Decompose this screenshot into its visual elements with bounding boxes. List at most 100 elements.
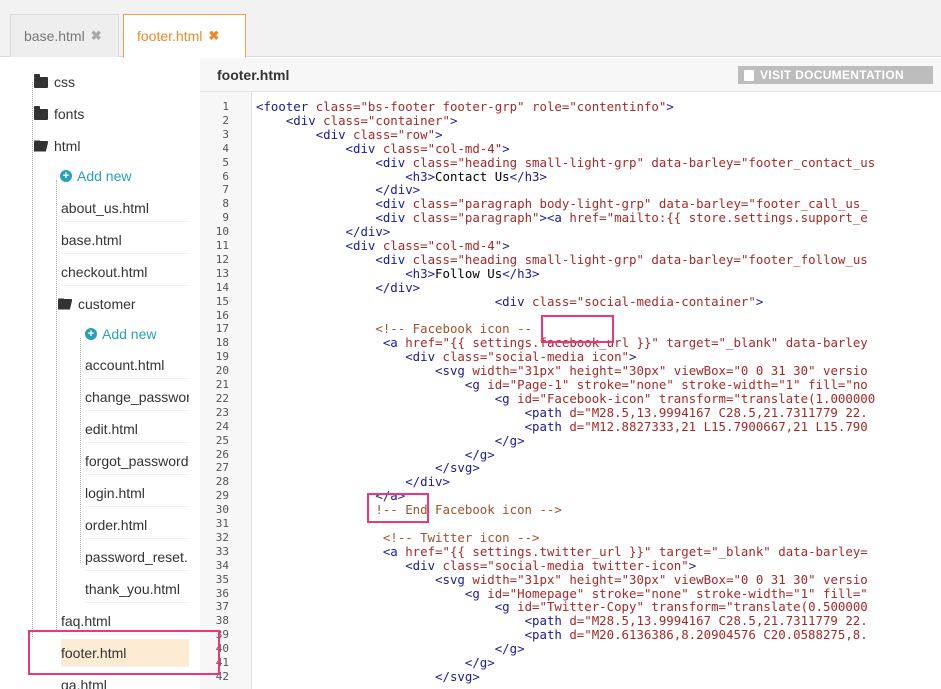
folder-open-icon [58, 298, 72, 310]
code-token: class= [442, 557, 488, 573]
tree-item-add-new[interactable]: + Add new [60, 162, 189, 190]
book-icon [744, 69, 754, 81]
code-token: "Facebook-icon" [539, 390, 659, 406]
tab-footer-html[interactable]: footer.html ✖ [123, 14, 246, 58]
line-number: 29 [215, 489, 229, 503]
code-line: <div class="social-media twitter-icon"> [256, 557, 696, 573]
line-number: 9 [222, 211, 229, 225]
code-line: <path d="M28.5,13.9994167 C28.5,21.73117… [256, 405, 868, 420]
code-token: "30px" [621, 571, 674, 587]
code-token: <div [405, 557, 443, 573]
tree-item-file[interactable]: login.html [85, 479, 189, 507]
tree-item-label: about_us.html [61, 199, 149, 216]
code-token: transform= [651, 599, 727, 615]
code-token: "{{ settings.twitter_url }}" [442, 543, 659, 559]
tree-connector [80, 338, 81, 563]
line-number: 35 [215, 572, 229, 586]
tree-item-label: checkout.html [61, 263, 148, 280]
code-token: "no [845, 377, 868, 392]
code-token: data-barley [785, 335, 868, 351]
line-number: 7 [222, 183, 229, 197]
code-token: <path [524, 627, 570, 643]
line-number-gutter: 1 2 3 4 5 6 7 8 9 10 11 12 13 14 15 16 17 18 19 20 21 22 23 24 2… [200, 92, 252, 689]
line-number: 30 [215, 503, 229, 517]
tree-item-file[interactable]: base.html [61, 226, 189, 254]
code-token: "mailto:{{ store.settings.support_e [606, 210, 868, 226]
code-line: <path d="M12.8827333,21 L15.7900667,21 L… [256, 419, 868, 434]
code-editor[interactable]: <footer class="bs-footer footer-grp" rol… [256, 92, 941, 689]
tree-item-label: fonts [54, 106, 85, 122]
tab-label: footer.html [137, 28, 203, 44]
code-token: href= [405, 335, 443, 351]
line-number: 22 [215, 391, 229, 405]
code-token: class= [353, 126, 398, 142]
code-token: id= [517, 599, 540, 615]
tree-item-file[interactable]: edit.html [85, 415, 189, 443]
editor-header: footer.html VISIT DOCUMENTATION [200, 58, 941, 92]
tree-item-file[interactable]: change_password [85, 383, 189, 411]
code-token: "container" [367, 112, 450, 128]
highlight-box [541, 315, 614, 343]
code-token: <a [382, 543, 406, 559]
line-number: 10 [215, 225, 229, 239]
code-line: <a href="{{ settings.twitter_url }}" tar… [256, 543, 868, 559]
code-token: fill= [808, 377, 846, 392]
tree-connector [32, 82, 33, 637]
code-token: stroke-width= [696, 585, 794, 601]
tree-item-file[interactable]: forgot_password [85, 447, 189, 475]
code-token: </g> [494, 432, 525, 448]
tree-item-label: password_reset. [85, 548, 188, 565]
code-token: "heading small-light-grp" [457, 154, 652, 170]
code-token: transform= [658, 390, 734, 406]
code-line: <div class="col-md-4"> [256, 239, 510, 253]
tree-item-file[interactable]: password_reset. [85, 543, 189, 571]
close-icon[interactable]: ✖ [208, 28, 219, 44]
tree-item-add-new[interactable]: + Add new [85, 320, 189, 348]
code-token: </svg> [435, 668, 480, 684]
code-token: > [435, 126, 443, 142]
tree-item-file[interactable]: order.html [85, 511, 189, 539]
visit-documentation-button[interactable]: VISIT DOCUMENTATION [738, 66, 933, 84]
tree-item-folder[interactable]: css [34, 68, 189, 96]
tree-item-folder[interactable]: fonts [34, 100, 189, 128]
code-token: width= [472, 571, 518, 587]
code-token: "translate(0.500000 [726, 599, 868, 615]
code-line: <g id="Page-1" stroke="none" stroke-widt… [256, 378, 868, 392]
code-token: class= [532, 293, 577, 309]
code-token: height= [569, 363, 622, 379]
tree-item-folder[interactable]: html [34, 132, 189, 160]
tree-item-file[interactable]: checkout.html [61, 258, 189, 286]
code-token: class= [412, 154, 458, 170]
code-line: </div> [256, 183, 420, 197]
code-token: fill= [822, 585, 861, 601]
line-number: 5 [222, 155, 229, 169]
code-token: "31px" [517, 571, 570, 587]
code-token: <div [375, 196, 413, 212]
tree-item-file[interactable]: account.html [85, 351, 189, 379]
tree-item-file[interactable]: thank_you.html [85, 575, 189, 603]
line-number: 33 [215, 544, 229, 558]
tree-item-folder[interactable]: customer [58, 290, 189, 318]
tab-base-html[interactable]: base.html ✖ [10, 14, 119, 57]
code-token: "none" [643, 585, 697, 601]
line-number: 17 [215, 322, 229, 336]
folder-icon [34, 105, 48, 120]
code-token: <div [375, 210, 413, 226]
tree-item-file[interactable]: about_us.html [61, 194, 189, 222]
close-icon[interactable]: ✖ [91, 28, 102, 44]
tree-item-label: Add new [102, 326, 157, 342]
code-token: "social-media icon" [487, 349, 630, 365]
line-number: 32 [215, 530, 229, 544]
code-token: role= [532, 99, 570, 114]
code-token: "heading small-light-grp" [457, 251, 652, 267]
code-token: href= [405, 543, 443, 559]
